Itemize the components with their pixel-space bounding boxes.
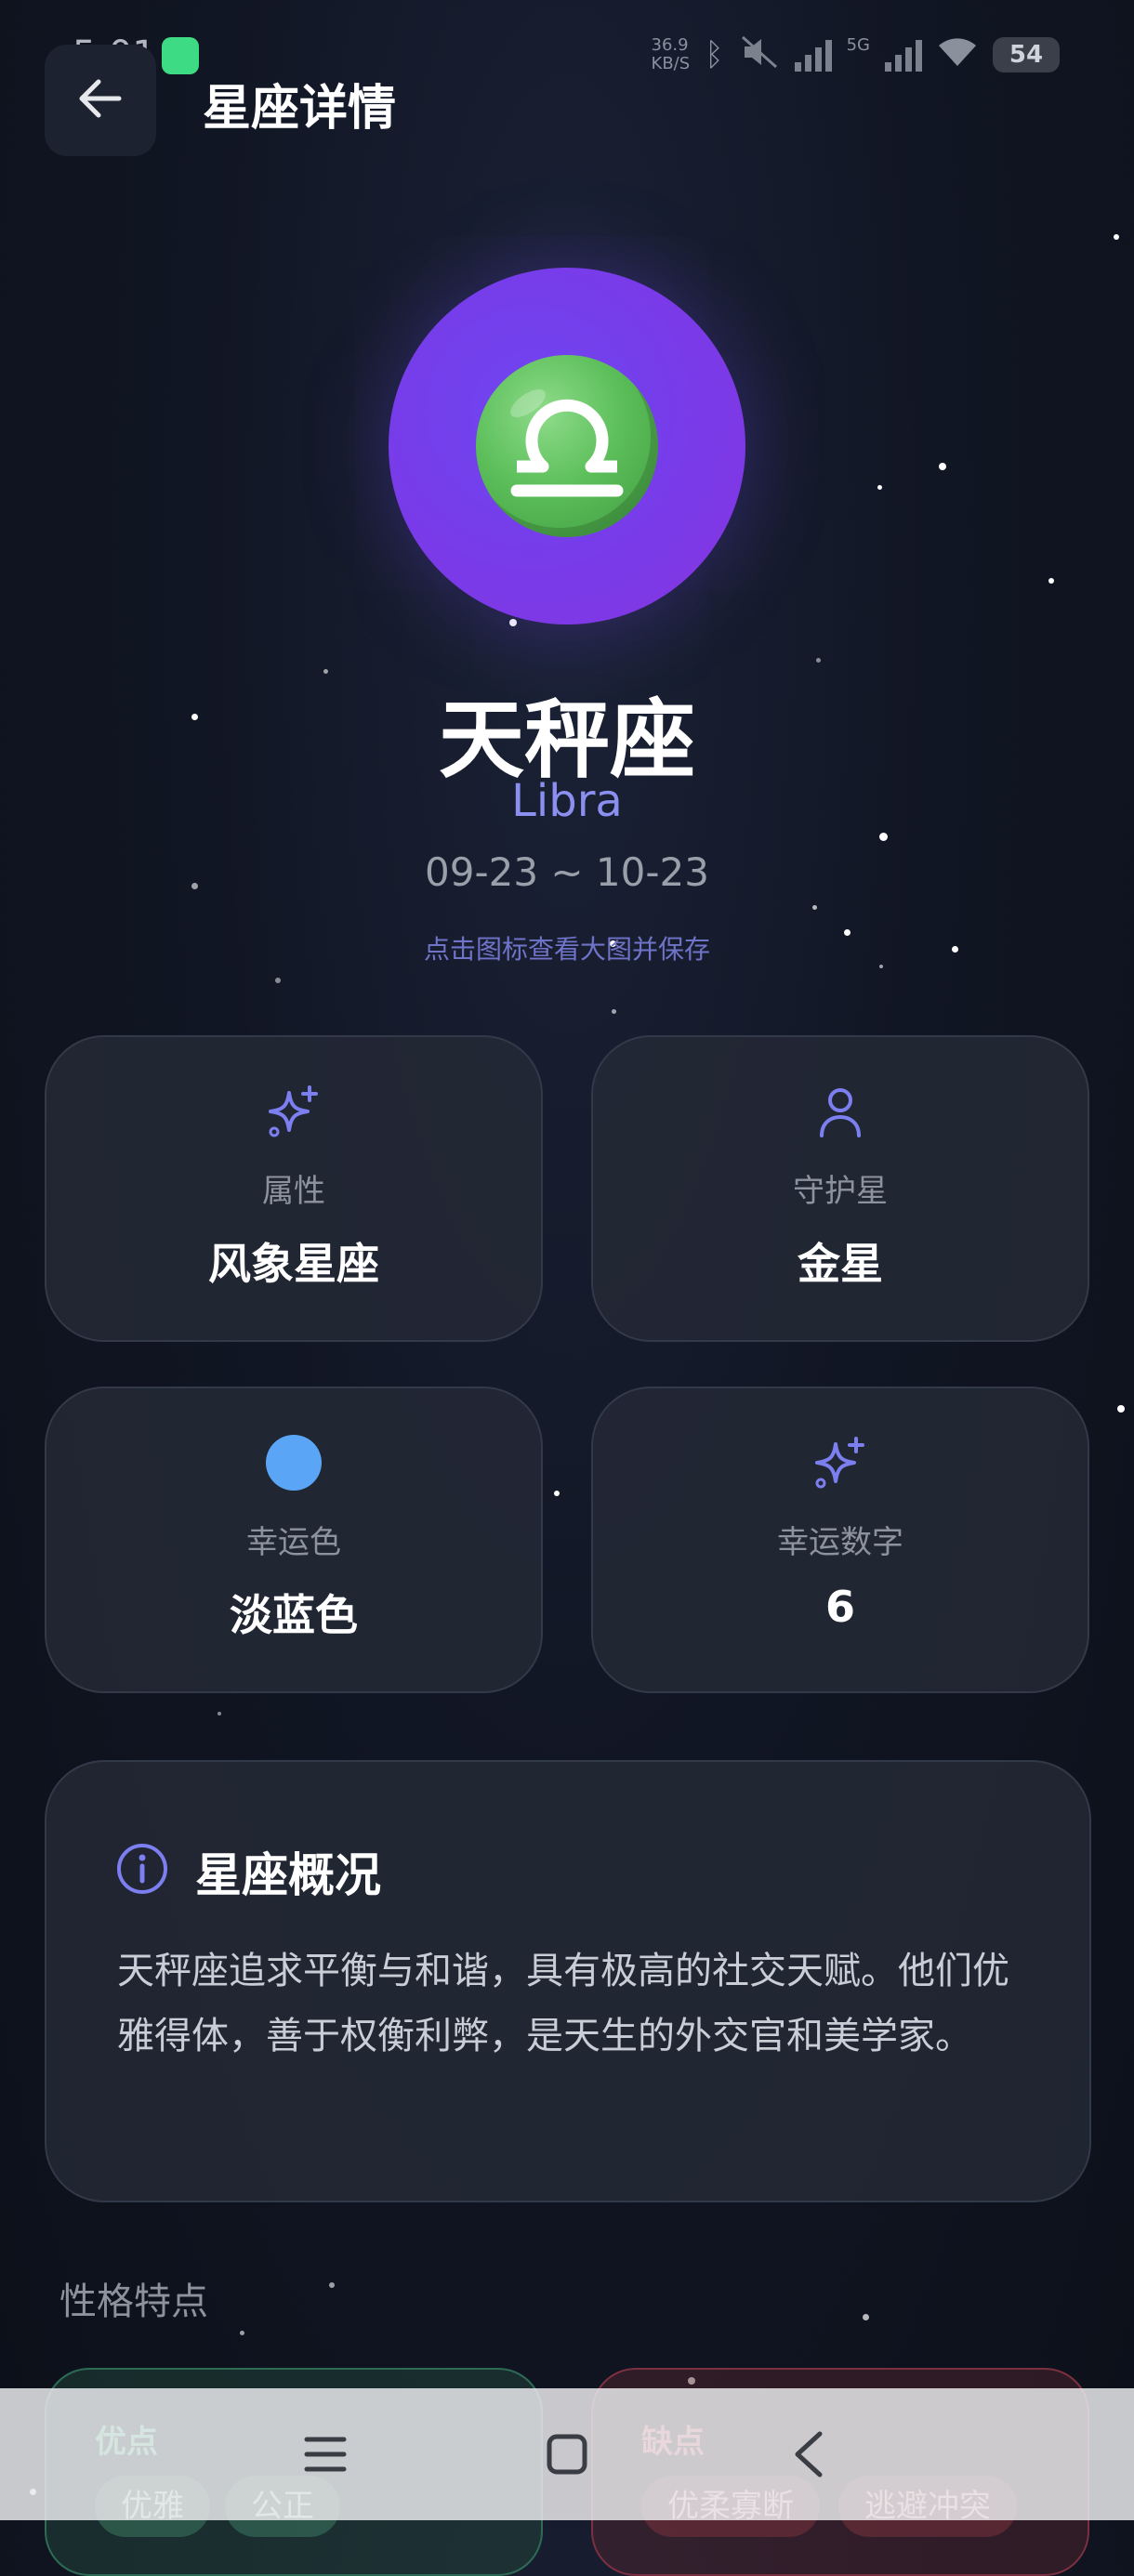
person-icon (593, 1084, 1088, 1141)
system-nav-bar (0, 2388, 1134, 2520)
lucky-number-card: 幸运数字 6 (591, 1387, 1089, 1693)
card-value: 风象星座 (208, 1239, 379, 1289)
bluetooth-icon: ᛒ (705, 36, 724, 73)
libra-icon (476, 355, 658, 537)
network-type: 5G (846, 35, 870, 55)
mute-icon (739, 35, 780, 74)
zodiac-icon-button[interactable] (389, 268, 745, 624)
element-card: 属性 风象星座 (45, 1035, 543, 1342)
signal-icon-sim1 (794, 38, 832, 72)
recent-apps-button[interactable] (288, 2425, 363, 2487)
android-notification-icon (162, 37, 199, 74)
card-value: 金星 (798, 1239, 883, 1289)
sign-date-range: 09-23 ~ 10-23 (425, 849, 709, 895)
square-icon (546, 2433, 588, 2479)
system-back-button[interactable] (771, 2425, 846, 2487)
menu-icon (303, 2434, 348, 2478)
home-button[interactable] (530, 2425, 604, 2487)
status-icons: 36.9 KB/S ᛒ 5G 54 (652, 35, 1060, 74)
battery-icon: 54 (993, 37, 1060, 72)
card-value: 6 (824, 1582, 855, 1632)
card-label: 守护星 (793, 1173, 888, 1210)
overview-title: 星座概况 (195, 1848, 381, 1902)
net-speed-value: 36.9 (651, 35, 689, 55)
status-bar: 5:01 36.9 KB/S ᛒ 5G 54 (0, 0, 1134, 102)
card-label: 幸运数字 (777, 1524, 903, 1561)
wifi-icon (937, 36, 978, 73)
ruling-planet-card: 守护星 金星 (591, 1035, 1089, 1342)
back-button[interactable] (45, 45, 156, 156)
info-icon (115, 1842, 169, 1899)
chevron-left-icon (790, 2430, 827, 2482)
color-swatch-icon (46, 1435, 541, 1491)
page-title: 星座详情 (203, 81, 397, 137)
lucky-color-card: 幸运色 淡蓝色 (45, 1387, 543, 1693)
arrow-left-icon (74, 72, 126, 128)
sparkles-icon (46, 1084, 541, 1141)
card-value: 淡蓝色 (230, 1590, 358, 1640)
net-speed-unit: KB/S (651, 54, 691, 73)
card-label: 幸运色 (246, 1524, 341, 1561)
save-image-hint: 点击图标查看大图并保存 (423, 934, 710, 965)
signal-icon-sim2 (885, 38, 922, 72)
overview-text: 天秤座追求平衡与和谐，具有极高的社交天赋。他们优雅得体，善于权衡利弊，是天生的外… (117, 1950, 1009, 2057)
net-speed: 36.9 KB/S (652, 36, 691, 73)
sign-english-name: Libra (511, 775, 623, 827)
card-label: 属性 (262, 1173, 325, 1210)
sparkles-icon (593, 1435, 1088, 1492)
overview-card: 星座概况 天秤座追求平衡与和谐，具有极高的社交天赋。他们优雅得体，善于权衡利弊，… (45, 1760, 1091, 2202)
traits-title: 性格特点 (59, 2280, 208, 2323)
